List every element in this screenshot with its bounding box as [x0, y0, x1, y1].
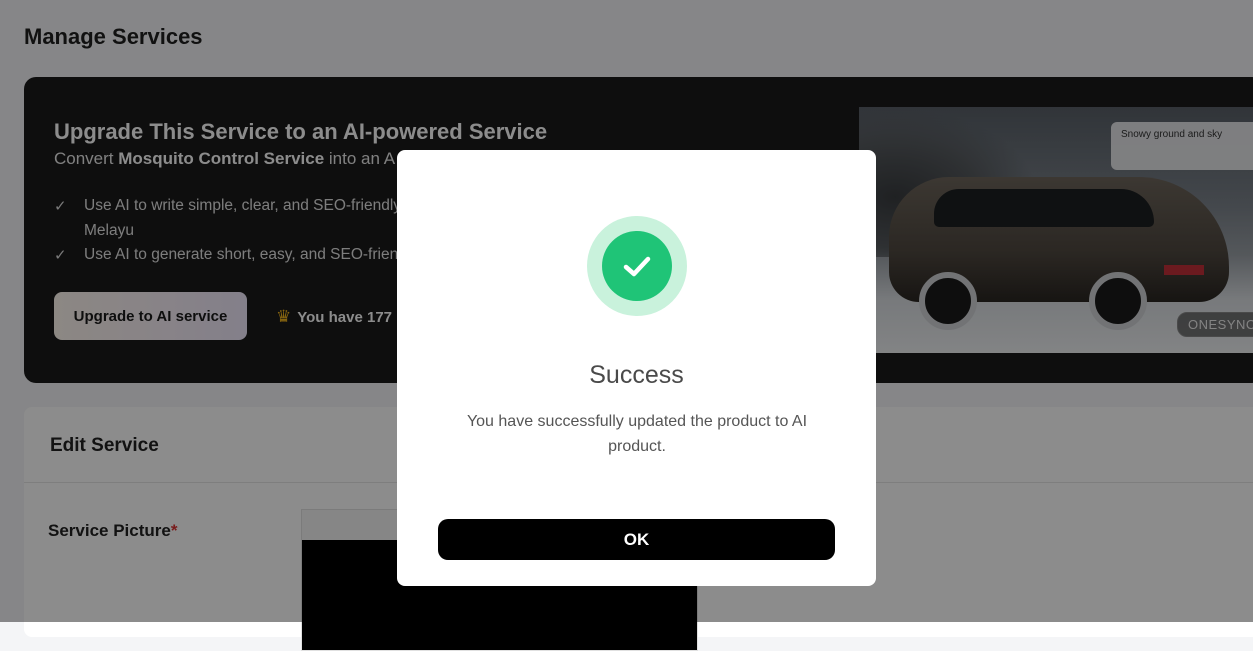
modal-message: You have successfully updated the produc…: [466, 413, 808, 455]
ok-button[interactable]: OK: [438, 519, 835, 560]
success-icon-ring: [587, 216, 687, 316]
modal-title: Success: [589, 361, 684, 389]
success-dialog: Success You have successfully updated th…: [397, 150, 876, 586]
success-check-icon: [602, 231, 672, 301]
